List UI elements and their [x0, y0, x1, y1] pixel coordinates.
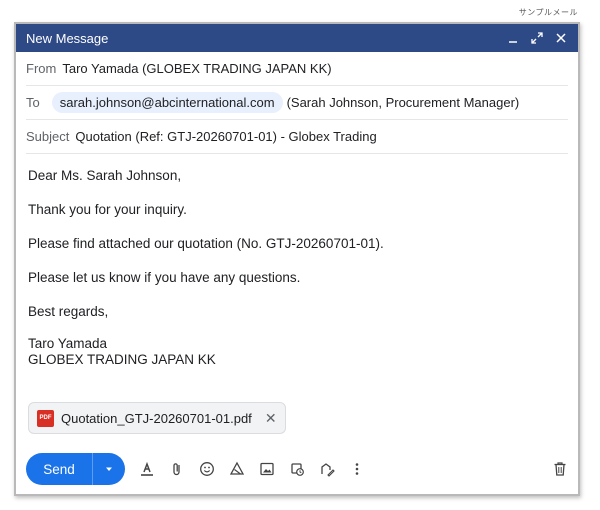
recipient-name: (Sarah Johnson, Procurement Manager)	[286, 95, 520, 110]
from-row: From Taro Yamada (GLOBEX TRADING JAPAN K…	[26, 52, 568, 86]
remove-attachment-icon[interactable]: ✕	[265, 410, 277, 427]
from-value[interactable]: Taro Yamada (GLOBEX TRADING JAPAN KK)	[62, 61, 331, 76]
chevron-down-icon	[106, 467, 112, 471]
compose-toolbar: Send	[26, 452, 568, 486]
from-label: From	[26, 61, 57, 76]
body-line: Please let us know if you have any quest…	[28, 270, 301, 285]
minimize-icon[interactable]	[506, 31, 520, 45]
more-options-icon[interactable]	[349, 461, 365, 477]
emoji-icon[interactable]	[199, 461, 215, 477]
body-greeting: Dear Ms. Sarah Johnson,	[28, 168, 182, 183]
window-controls	[506, 31, 568, 45]
close-icon[interactable]	[554, 31, 568, 45]
drive-icon[interactable]	[229, 461, 245, 477]
signature-company: GLOBEX TRADING JAPAN KK	[28, 352, 216, 367]
subject-input[interactable]: Quotation (Ref: GTJ-20260701-01) - Globe…	[75, 129, 376, 144]
corner-label: サンプルメール	[518, 8, 578, 17]
expand-icon[interactable]	[530, 31, 544, 45]
compose-window: New Message From Taro Yamada (GLOBEX TRA…	[14, 22, 580, 496]
send-button[interactable]: Send	[26, 453, 92, 485]
signature: Taro Yamada GLOBEX TRADING JAPAN KK	[28, 336, 566, 368]
body-line: Thank you for your inquiry.	[28, 202, 187, 217]
lock-clock-icon[interactable]	[289, 461, 305, 477]
body-closing: Best regards,	[28, 304, 109, 319]
send-options-button[interactable]	[93, 453, 125, 485]
text-format-icon[interactable]	[139, 461, 155, 477]
subject-row[interactable]: Subject Quotation (Ref: GTJ-20260701-01)…	[26, 120, 568, 154]
signature-name: Taro Yamada	[28, 336, 108, 351]
body-line: Please find attached our quotation (No. …	[28, 236, 384, 251]
subject-label: Subject	[26, 129, 70, 144]
compose-titlebar: New Message	[16, 24, 578, 52]
to-row[interactable]: To sarah.johnson@abcinternational.com (S…	[26, 86, 568, 120]
attachment-chip[interactable]: PDF Quotation_GTJ-20260701-01.pdf ✕	[28, 402, 286, 434]
insert-photo-icon[interactable]	[259, 461, 275, 477]
pdf-icon: PDF	[37, 409, 54, 427]
send-button-group: Send	[26, 453, 125, 485]
signature-icon[interactable]	[319, 461, 335, 477]
attachment-filename[interactable]: Quotation_GTJ-20260701-01.pdf	[61, 411, 252, 426]
to-label: To	[26, 95, 40, 110]
compose-title: New Message	[26, 30, 109, 46]
recipient-chip[interactable]: sarah.johnson@abcinternational.com	[51, 92, 283, 113]
formatting-tools	[139, 461, 365, 477]
attach-file-icon[interactable]	[169, 461, 185, 477]
delete-draft-icon[interactable]	[552, 461, 568, 477]
message-body[interactable]: Dear Ms. Sarah Johnson, Thank you for yo…	[16, 154, 578, 368]
